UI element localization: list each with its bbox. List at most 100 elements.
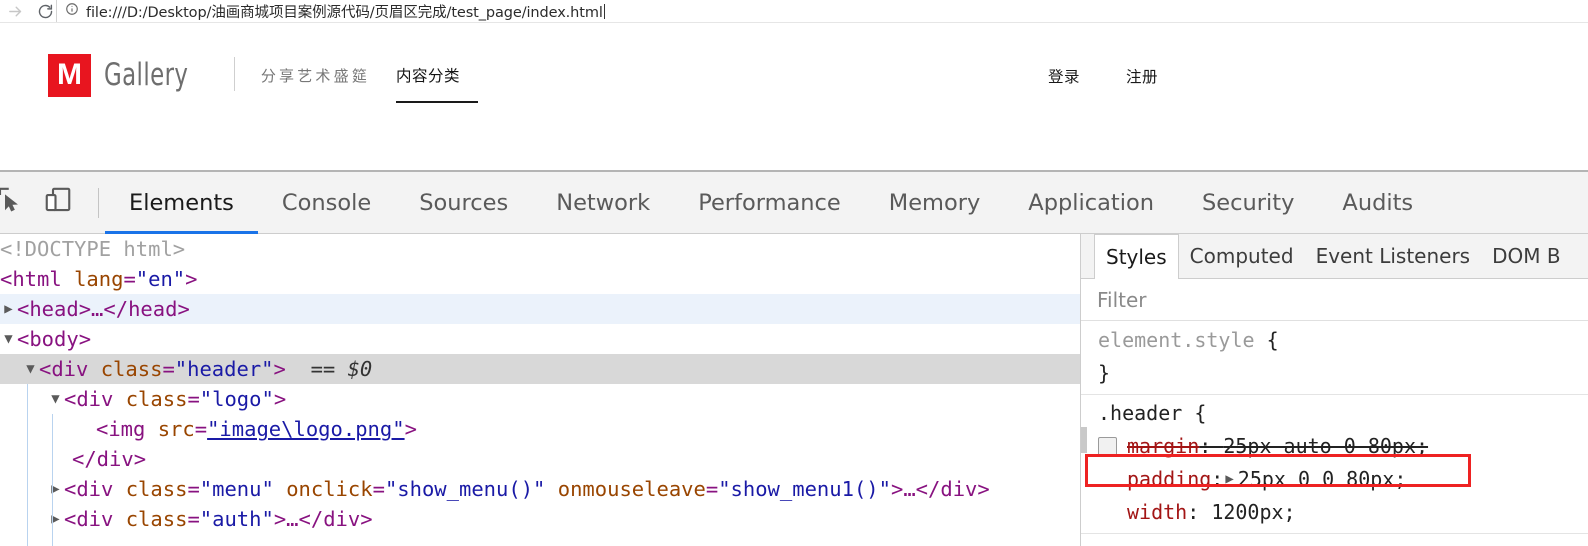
- dom-attrval-lang: "en": [135, 267, 186, 291]
- dom-doctype: <!DOCTYPE html>: [0, 237, 186, 261]
- toolbar-divider: [98, 187, 99, 218]
- dom-row[interactable]: ▶ <head>…</head>: [0, 294, 1080, 324]
- tab-console[interactable]: Console: [258, 172, 395, 234]
- dom-row[interactable]: ▼ <div class = "header" > == $0: [0, 354, 1080, 384]
- tab-application[interactable]: Application: [1004, 172, 1178, 234]
- tab-audits[interactable]: Audits: [1318, 172, 1437, 234]
- dom-row[interactable]: ▼ <body>: [0, 324, 1080, 354]
- auth-links: 登录 注册: [1048, 65, 1158, 87]
- css-selector: .header: [1098, 401, 1183, 425]
- dom-tag-head: <head>…</head>: [17, 297, 190, 321]
- dom-attrval-auth: "auth": [199, 507, 274, 531]
- css-open-brace: {: [1266, 328, 1279, 352]
- css-declaration-width[interactable]: width : 1200px;: [1081, 496, 1588, 529]
- css-selector-line[interactable]: element.style {: [1081, 324, 1588, 357]
- css-property-name[interactable]: padding: [1127, 463, 1211, 496]
- dom-attrval-menu: "menu": [199, 477, 274, 501]
- page-info-icon[interactable]: [65, 2, 79, 21]
- tab-network[interactable]: Network: [532, 172, 674, 234]
- css-property-value[interactable]: 25px auto 0 80px;: [1223, 430, 1428, 463]
- dom-attr-class: class: [125, 387, 188, 411]
- expanded-triangle-icon[interactable]: ▼: [0, 324, 17, 354]
- site-logo[interactable]: M Gallery: [48, 51, 207, 99]
- address-bar-url: file:///D:/Desktop/油画商城项目案例源代码/页眉区完成/tes…: [86, 4, 603, 21]
- css-property-value[interactable]: 25px 0 0 80px;: [1238, 463, 1407, 496]
- logo-mark: M: [48, 53, 91, 97]
- nav-active-underline: [396, 101, 479, 103]
- collapsed-triangle-icon[interactable]: ▶: [47, 504, 64, 534]
- dom-attr-onmouseleave: onmouseleave: [557, 477, 706, 501]
- indent-guide: [27, 384, 28, 546]
- tab-computed[interactable]: Computed: [1179, 238, 1305, 274]
- inspect-element-icon: [0, 185, 25, 220]
- dom-attr-onclick: onclick: [286, 477, 373, 501]
- tab-event-listeners[interactable]: Event Listeners: [1305, 238, 1482, 274]
- dom-tag-img: <img: [96, 417, 146, 441]
- expanded-triangle-icon[interactable]: ▼: [22, 354, 39, 384]
- expand-shorthand-triangle-icon[interactable]: ▶: [1225, 463, 1233, 496]
- site-header: M Gallery 分享艺术盛筵 内容分类 登录 注册: [48, 51, 1248, 111]
- text-caret: [603, 3, 605, 19]
- dom-tag-div-header: <div: [39, 357, 89, 381]
- tab-memory[interactable]: Memory: [865, 172, 1005, 234]
- dom-tree[interactable]: <!DOCTYPE html> <html lang = "en" > ▶ <h…: [0, 234, 1080, 546]
- browser-toolbar: file:///D:/Desktop/油画商城项目案例源代码/页眉区完成/tes…: [0, 0, 1588, 22]
- dom-row[interactable]: <img src = "image\logo.png" >: [0, 414, 1080, 444]
- collapsed-triangle-icon[interactable]: ▶: [47, 474, 64, 504]
- nav-item-content-category[interactable]: 内容分类: [396, 64, 479, 103]
- header-divider: [233, 57, 235, 91]
- register-link[interactable]: 注册: [1126, 65, 1158, 87]
- tab-dom-breakpoints[interactable]: DOM B: [1481, 238, 1571, 274]
- tab-elements[interactable]: Elements: [105, 172, 258, 234]
- styles-pane: Styles Computed Event Listeners DOM B Fi…: [1081, 234, 1588, 546]
- dom-tag-div-menu: <div: [64, 477, 114, 501]
- forward-button[interactable]: [0, 0, 30, 22]
- devtools-tabbar: Elements Console Sources Network Perform…: [0, 172, 1588, 234]
- css-selector: element.style: [1098, 328, 1255, 352]
- css-rule-header: .header { margin : 25px auto 0 80px; pad…: [1081, 395, 1588, 534]
- css-declaration-padding[interactable]: padding : ▶ 25px 0 0 80px;: [1081, 463, 1588, 496]
- dom-tag-div-auth: <div: [64, 507, 114, 531]
- css-property-name[interactable]: margin: [1127, 430, 1199, 463]
- dom-attrval-src[interactable]: "image\logo.png": [207, 414, 404, 444]
- dom-attrval-onmouseleave: "show_menu1()": [718, 477, 891, 501]
- inspect-element-button[interactable]: [0, 181, 32, 225]
- tab-styles[interactable]: Styles: [1094, 234, 1179, 280]
- collapsed-triangle-icon[interactable]: ▶: [0, 294, 17, 324]
- declaration-enable-checkbox[interactable]: [1098, 437, 1117, 456]
- tab-security[interactable]: Security: [1178, 172, 1318, 234]
- dom-attr-class: class: [100, 357, 163, 381]
- tab-sources[interactable]: Sources: [395, 172, 532, 234]
- expanded-triangle-icon[interactable]: ▼: [47, 384, 64, 414]
- css-property-value[interactable]: 1200px;: [1211, 496, 1295, 529]
- css-close-line: }: [1081, 357, 1588, 390]
- dom-attrval-header: "header": [174, 357, 274, 381]
- dom-tag-div-logo: <div: [64, 387, 114, 411]
- styles-filter-input[interactable]: Filter: [1097, 288, 1147, 312]
- dom-row[interactable]: </div>: [0, 444, 1080, 474]
- dom-tag-close: >: [404, 417, 417, 441]
- dom-tag-close: >: [273, 357, 286, 381]
- dom-row[interactable]: <!DOCTYPE html>: [0, 234, 1080, 264]
- device-toolbar-button[interactable]: [36, 181, 80, 225]
- dom-row[interactable]: ▶ <div class = "auth" >…</div>: [0, 504, 1080, 534]
- tab-performance[interactable]: Performance: [674, 172, 865, 234]
- login-link[interactable]: 登录: [1048, 65, 1080, 87]
- dom-row[interactable]: ▼ <div class = "logo" >: [0, 384, 1080, 414]
- dom-tag-body: <body>: [17, 327, 92, 351]
- site-slogan: 分享艺术盛筵: [260, 67, 371, 85]
- address-bar[interactable]: file:///D:/Desktop/油画商城项目案例源代码/页眉区完成/tes…: [56, 0, 1588, 22]
- css-open-brace: {: [1194, 401, 1207, 425]
- css-declaration-margin[interactable]: margin : 25px auto 0 80px;: [1081, 430, 1588, 463]
- dom-tag-close: >: [185, 267, 198, 291]
- css-selector-line[interactable]: .header {: [1081, 397, 1588, 430]
- styles-filter-row[interactable]: Filter: [1081, 279, 1588, 321]
- dom-row[interactable]: <html lang = "en" >: [0, 264, 1080, 294]
- dom-attr-class: class: [125, 507, 188, 531]
- dom-attr-lang: lang: [74, 267, 124, 291]
- dom-row[interactable]: ▶ <div class = "menu" onclick = "show_me…: [0, 474, 1080, 504]
- devtools-panel: Elements Console Sources Network Perform…: [0, 170, 1588, 546]
- styles-tabbar: Styles Computed Event Listeners DOM B: [1081, 234, 1588, 280]
- dom-tag-html: <html: [0, 267, 62, 291]
- css-property-name[interactable]: width: [1127, 496, 1187, 529]
